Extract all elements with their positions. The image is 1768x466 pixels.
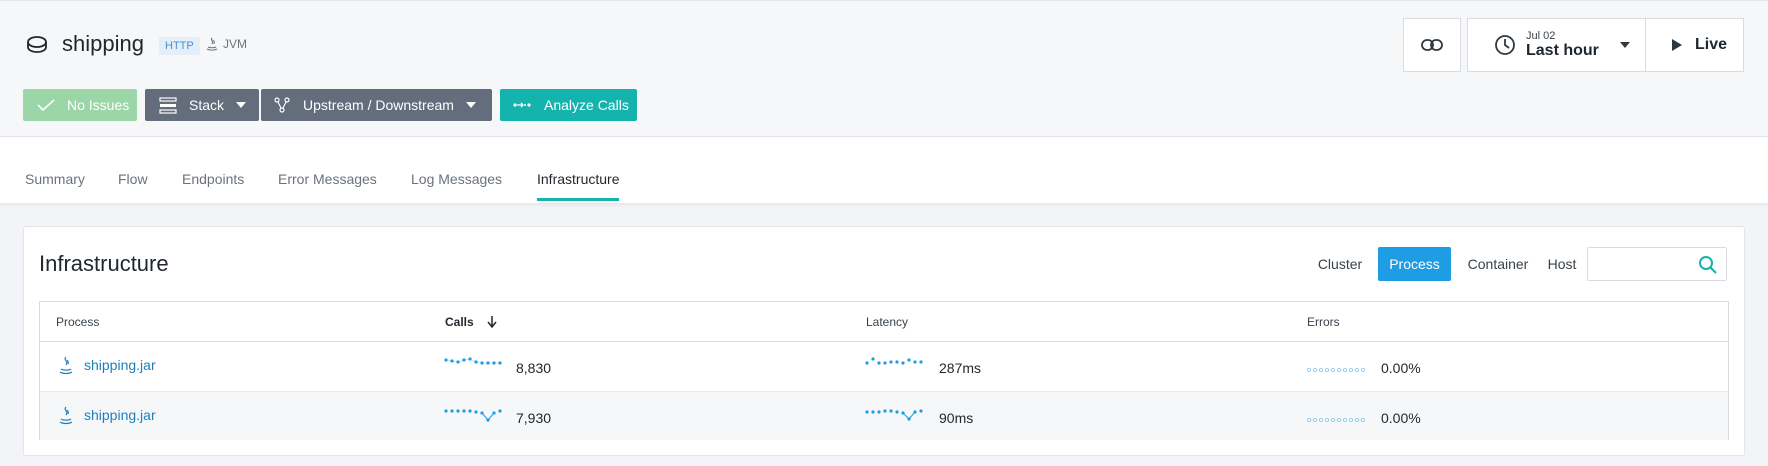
time-range-label: Last hour <box>1526 42 1599 59</box>
search-field <box>1587 247 1727 281</box>
copy-link-button[interactable] <box>1403 18 1461 72</box>
service-header: shipping HTTP JVM No Issues Stack Upstre… <box>0 0 1768 137</box>
calls-sparkline <box>444 357 502 365</box>
chevron-down-icon <box>465 102 476 108</box>
calls-value: 8,830 <box>516 360 552 376</box>
process-link[interactable]: shipping.jar <box>84 357 156 373</box>
checkmark-icon <box>37 99 55 111</box>
analyze-calls-label: Analyze Calls <box>544 97 629 113</box>
analyze-calls-icon <box>513 102 531 108</box>
jvm-tag: JVM <box>205 36 247 52</box>
card-title: Infrastructure <box>39 251 169 276</box>
stack-label: Stack <box>189 97 225 113</box>
column-header-errors[interactable]: Errors <box>1307 315 1340 329</box>
no-issues-button[interactable]: No Issues <box>23 89 137 121</box>
sort-descending-icon <box>487 316 497 328</box>
tab-infrastructure[interactable]: Infrastructure <box>537 171 619 187</box>
latency-sparkline <box>865 409 923 421</box>
time-range-text: Jul 02 Last hour <box>1526 30 1599 60</box>
dependency-graph-icon <box>274 97 290 113</box>
calls-header-label: Calls <box>445 315 474 329</box>
segment-container[interactable]: Container <box>1458 247 1538 281</box>
time-range-picker[interactable]: Jul 02 Last hour <box>1467 18 1646 72</box>
latency-sparkline <box>865 357 923 365</box>
live-label: Live <box>1695 36 1728 53</box>
clock-icon <box>1495 35 1515 55</box>
tab-error-messages[interactable]: Error Messages <box>278 171 377 187</box>
service-title: shipping <box>62 31 144 56</box>
link-icon <box>1421 39 1443 51</box>
stack-dropdown-button[interactable]: Stack <box>145 89 259 121</box>
tab-endpoints[interactable]: Endpoints <box>182 171 244 187</box>
tab-bar: Summary Flow Endpoints Error Messages Lo… <box>0 137 1768 203</box>
calls-value: 7,930 <box>516 410 552 426</box>
http-tag: HTTP <box>159 37 200 55</box>
segment-host[interactable]: Host <box>1542 247 1582 281</box>
live-button[interactable]: Live <box>1645 18 1744 72</box>
active-tab-indicator <box>537 198 619 201</box>
errors-sparkline <box>1306 367 1366 372</box>
calls-sparkline <box>444 409 502 422</box>
errors-value: 0.00% <box>1381 360 1421 376</box>
latency-value: 287ms <box>939 360 982 376</box>
process-link[interactable]: shipping.jar <box>84 407 156 423</box>
upstream-downstream-label: Upstream / Downstream <box>303 97 454 113</box>
latency-value: 90ms <box>939 410 974 426</box>
java-icon <box>59 356 73 375</box>
table-row[interactable]: shipping.jar 7,930 90ms 0.00% <box>40 391 1728 440</box>
jvm-label: JVM <box>223 37 247 51</box>
database-icon <box>27 36 47 53</box>
tab-summary[interactable]: Summary <box>25 171 85 187</box>
java-icon <box>59 406 73 425</box>
column-header-process[interactable]: Process <box>56 315 99 329</box>
column-header-calls[interactable]: Calls <box>445 315 497 329</box>
errors-value: 0.00% <box>1381 410 1421 426</box>
column-header-latency[interactable]: Latency <box>866 315 908 329</box>
java-icon <box>206 37 218 51</box>
errors-sparkline <box>1306 417 1366 422</box>
chevron-down-icon <box>236 102 247 108</box>
search-input[interactable] <box>1588 248 1688 280</box>
upstream-downstream-button[interactable]: Upstream / Downstream <box>261 89 492 121</box>
table-row[interactable]: shipping.jar 8,830 287ms 0.00% <box>40 342 1728 391</box>
infrastructure-card: Infrastructure Cluster Process Container… <box>23 226 1745 456</box>
time-date: Jul 02 <box>1526 30 1556 42</box>
process-table: Process Calls Latency Errors shipping.ja… <box>39 301 1729 440</box>
play-icon <box>1672 39 1682 51</box>
tab-flow[interactable]: Flow <box>118 171 148 187</box>
segment-cluster[interactable]: Cluster <box>1310 247 1370 281</box>
segment-process[interactable]: Process <box>1378 247 1451 281</box>
stack-icon <box>159 97 177 114</box>
chevron-down-icon <box>1619 42 1630 48</box>
analyze-calls-button[interactable]: Analyze Calls <box>500 89 637 121</box>
no-issues-label: No Issues <box>67 97 130 113</box>
tab-log-messages[interactable]: Log Messages <box>411 171 502 187</box>
search-icon[interactable] <box>1698 255 1718 275</box>
